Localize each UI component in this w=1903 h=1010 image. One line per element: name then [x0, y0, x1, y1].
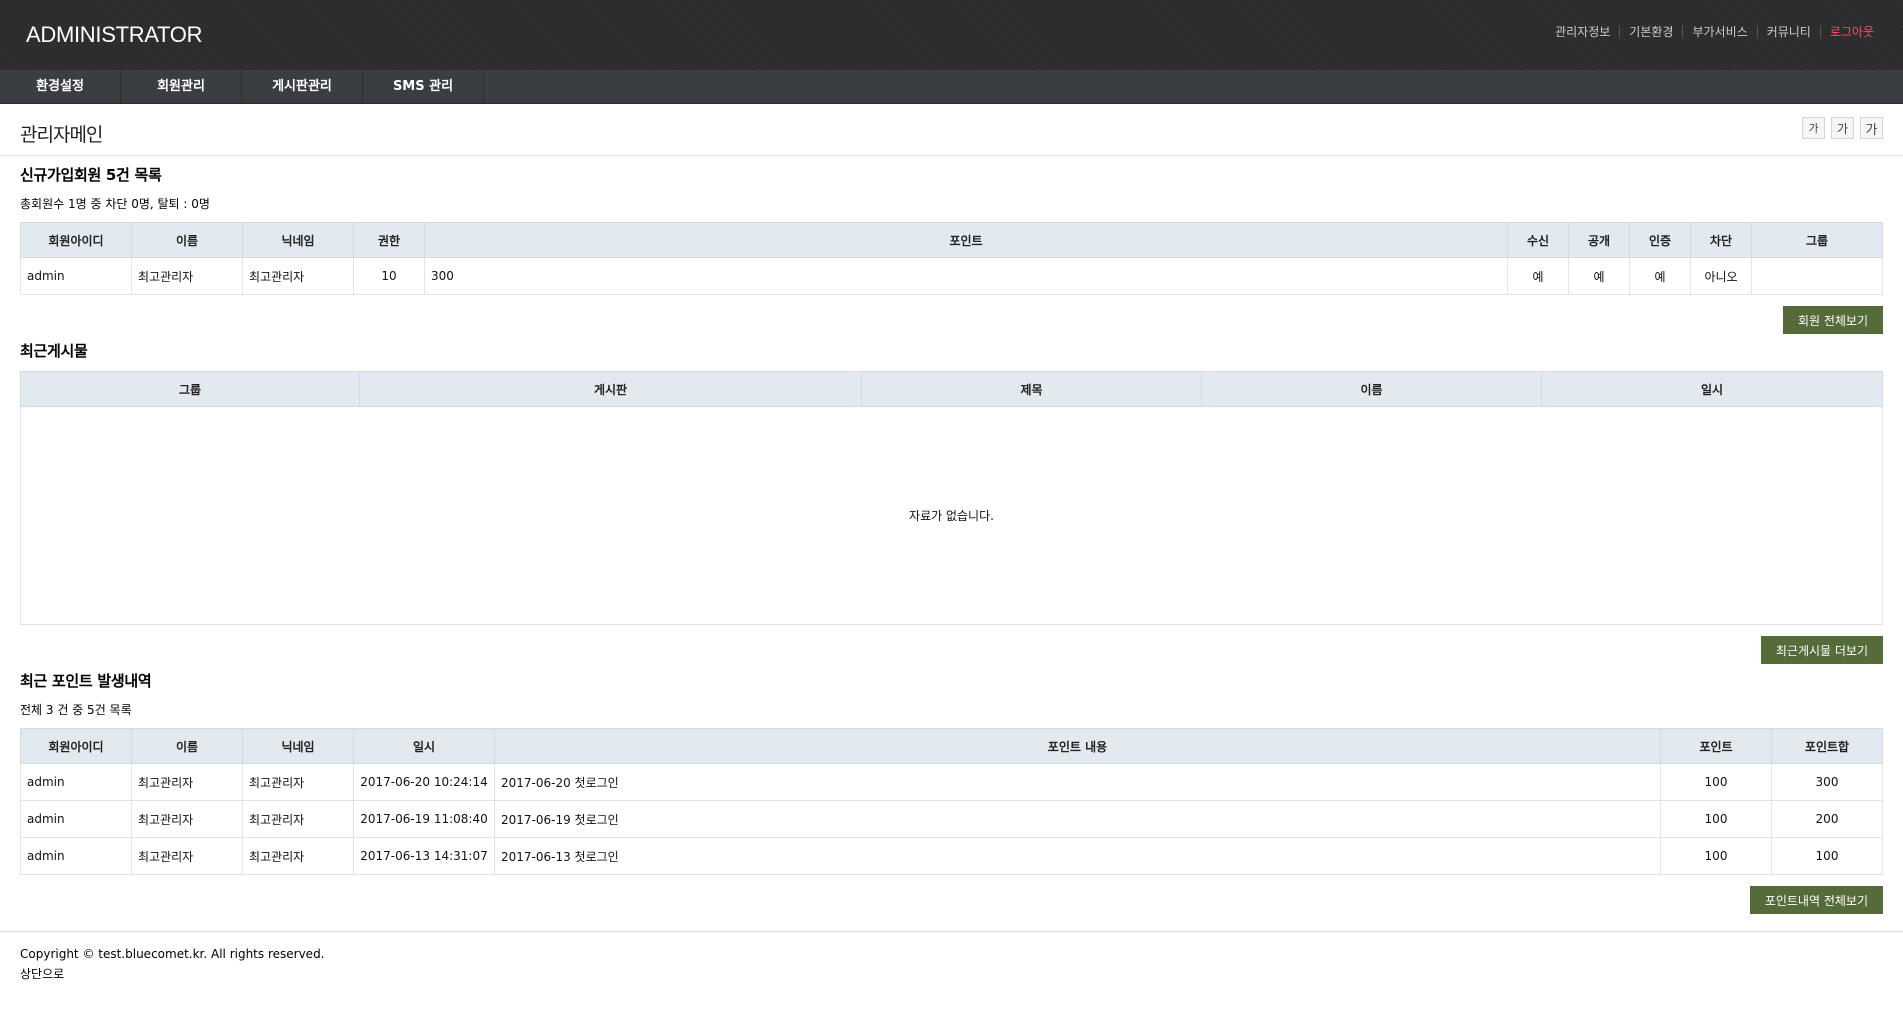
table-cell: 200 — [1771, 800, 1883, 838]
table-cell: 최고관리자 — [131, 800, 243, 838]
member-summary: 총회원수 1명 중 차단 0명, 탈퇴 : 0명 — [20, 197, 210, 211]
column-header: 포인트 — [424, 222, 1508, 258]
column-header: 제목 — [861, 371, 1202, 407]
basic-config-link[interactable]: 기본환경 — [1619, 26, 1682, 38]
column-header: 수신 — [1507, 222, 1569, 258]
table-cell[interactable]: admin — [20, 763, 132, 801]
footer: Copyright © test.bluecomet.kr. All right… — [0, 931, 1903, 984]
column-header: 공개 — [1568, 222, 1630, 258]
header: ADMINISTRATOR 관리자정보 기본환경 부가서비스 커뮤니티 로그아웃 — [0, 0, 1903, 70]
table-cell: 100 — [1660, 800, 1772, 838]
column-header: 그룹 — [20, 371, 360, 407]
column-header: 일시 — [1541, 371, 1883, 407]
all-members-button[interactable]: 회원 전체보기 — [1782, 306, 1883, 334]
table-row: admin 최고관리자 최고관리자 10 300 예 예 예 아니오 — [20, 257, 1883, 295]
column-header: 닉네임 — [242, 222, 354, 258]
table-cell: 예 — [1507, 257, 1569, 295]
table-row: admin 최고관리자 최고관리자 2017-06-20 10:24:14 2017-0… — [20, 763, 1883, 801]
table-cell: 예 — [1629, 257, 1691, 295]
table-cell — [1751, 257, 1883, 295]
back-to-top-link[interactable]: 상단으로 — [20, 964, 1883, 984]
logo[interactable]: ADMINISTRATOR — [26, 22, 202, 48]
table-row: admin 최고관리자 최고관리자 2017-06-13 14:31:07 2017-0… — [20, 837, 1883, 875]
table-cell[interactable]: admin — [20, 800, 132, 838]
community-link[interactable]: 커뮤니티 — [1756, 26, 1820, 38]
menu-item-boards[interactable]: 게시판관리 — [242, 70, 363, 104]
page-title: 관리자메인 — [20, 124, 103, 146]
table-cell: 최고관리자 — [242, 763, 354, 801]
recent-points-table: 회원아이디 이름 닉네임 일시 포인트 내용 포인트 포인트합 admin 최고관리자 최고관리… — [20, 728, 1883, 875]
column-header: 그룹 — [1751, 222, 1883, 258]
main-menu: 환경설정 회원관리 게시판관리 SMS 관리 — [0, 70, 1903, 104]
column-header: 이름 — [131, 222, 243, 258]
font-size-controls: 가 가 가 — [1802, 117, 1883, 139]
font-large-button[interactable]: 가 — [1860, 117, 1883, 139]
column-header: 포인트 — [1660, 728, 1772, 764]
new-members-title: 신규가입회원 5건 목록 — [20, 166, 162, 184]
table-cell: 아니오 — [1690, 257, 1752, 295]
table-cell: 2017-06-13 14:31:07 — [353, 837, 495, 875]
table-cell: 최고관리자 — [242, 800, 354, 838]
recent-posts-table: 그룹 게시판 제목 이름 일시 자료가 없습니다. — [20, 371, 1883, 625]
copyright: Copyright © test.bluecomet.kr. All right… — [20, 947, 325, 961]
table-cell[interactable]: admin — [20, 837, 132, 875]
extra-service-link[interactable]: 부가서비스 — [1682, 26, 1756, 38]
table-cell: 100 — [1660, 837, 1772, 875]
column-header: 차단 — [1690, 222, 1752, 258]
font-default-button[interactable]: 가 — [1831, 117, 1854, 139]
table-cell: 최고관리자 — [242, 257, 354, 295]
all-points-button[interactable]: 포인트내역 전체보기 — [1749, 886, 1883, 914]
admin-info-link[interactable]: 관리자정보 — [1546, 26, 1619, 38]
table-cell: 100 — [1771, 837, 1883, 875]
table-cell: 300 — [1771, 763, 1883, 801]
menu-item-sms[interactable]: SMS 관리 — [363, 70, 484, 104]
table-cell: 100 — [1660, 763, 1772, 801]
table-cell: 최고관리자 — [131, 763, 243, 801]
more-posts-button[interactable]: 최근게시물 더보기 — [1760, 636, 1883, 664]
table-cell: 10 — [353, 257, 425, 295]
column-header: 일시 — [353, 728, 495, 764]
table-cell: 2017-06-19 첫로그인 — [494, 800, 1661, 838]
top-nav: 관리자정보 기본환경 부가서비스 커뮤니티 로그아웃 — [1546, 26, 1883, 38]
recent-posts-title: 최근게시물 — [20, 342, 88, 360]
table-cell: 300 — [424, 257, 1508, 295]
table-cell[interactable]: admin — [20, 257, 132, 295]
column-header: 포인트 내용 — [494, 728, 1661, 764]
column-header: 회원아이디 — [20, 222, 132, 258]
table-cell: 예 — [1568, 257, 1630, 295]
font-small-button[interactable]: 가 — [1802, 117, 1825, 139]
new-members-table: 회원아이디 이름 닉네임 권한 포인트 수신 공개 인증 차단 그룹 admin 최고관리자 최고관리… — [20, 222, 1883, 295]
menu-item-members[interactable]: 회원관리 — [121, 70, 242, 104]
column-header: 회원아이디 — [20, 728, 132, 764]
empty-message: 자료가 없습니다. — [20, 406, 1883, 625]
table-cell: 2017-06-13 첫로그인 — [494, 837, 1661, 875]
table-cell: 최고관리자 — [131, 257, 243, 295]
column-header: 인증 — [1629, 222, 1691, 258]
column-header: 포인트합 — [1771, 728, 1883, 764]
empty-row: 자료가 없습니다. — [20, 406, 1883, 625]
menu-item-settings[interactable]: 환경설정 — [0, 70, 121, 104]
logout-link[interactable]: 로그아웃 — [1819, 26, 1883, 38]
table-cell: 2017-06-20 10:24:14 — [353, 763, 495, 801]
table-cell: 2017-06-19 11:08:40 — [353, 800, 495, 838]
page-header: 관리자메인 가 가 가 — [0, 104, 1903, 156]
table-row: admin 최고관리자 최고관리자 2017-06-19 11:08:40 2017-0… — [20, 800, 1883, 838]
column-header: 게시판 — [359, 371, 862, 407]
table-cell: 최고관리자 — [242, 837, 354, 875]
column-header: 닉네임 — [242, 728, 354, 764]
column-header: 이름 — [131, 728, 243, 764]
column-header: 이름 — [1201, 371, 1542, 407]
table-cell: 최고관리자 — [131, 837, 243, 875]
recent-points-title: 최근 포인트 발생내역 — [20, 672, 152, 690]
points-summary: 전체 3 건 중 5건 목록 — [20, 703, 132, 717]
table-cell: 2017-06-20 첫로그인 — [494, 763, 1661, 801]
column-header: 권한 — [353, 222, 425, 258]
